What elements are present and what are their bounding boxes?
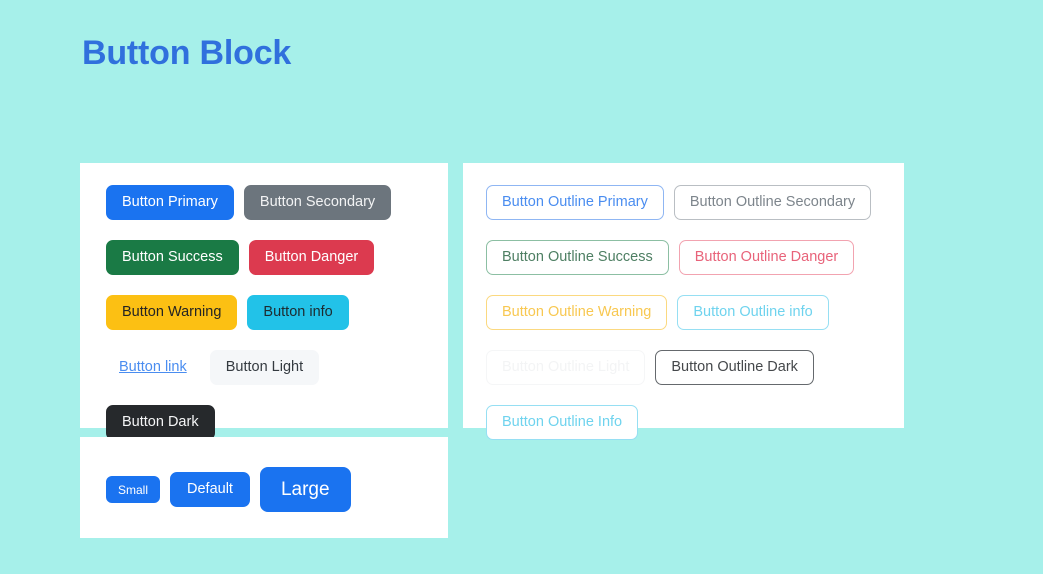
button-default[interactable]: Default bbox=[170, 472, 250, 507]
button-small[interactable]: Small bbox=[106, 476, 161, 503]
button-secondary[interactable]: Button Secondary bbox=[243, 185, 392, 220]
button-outline-success[interactable]: Button Outline Success bbox=[486, 240, 669, 275]
outline-buttons-card: Button Outline Primary Button Outline Se… bbox=[463, 163, 904, 440]
button-link[interactable]: Button link bbox=[106, 350, 200, 385]
button-info[interactable]: Button info bbox=[247, 295, 349, 330]
button-outline-secondary[interactable]: Button Outline Secondary bbox=[673, 185, 872, 220]
button-outline-info[interactable]: Button Outline info bbox=[677, 295, 829, 330]
button-outline-dark[interactable]: Button Outline Dark bbox=[655, 350, 814, 385]
solid-buttons-group: Button Primary Button Secondary Button S… bbox=[80, 163, 448, 440]
button-outline-danger[interactable]: Button Outline Danger bbox=[678, 240, 855, 275]
page-title: Button Block bbox=[82, 34, 292, 72]
button-large[interactable]: Large bbox=[259, 467, 351, 512]
button-outline-primary[interactable]: Button Outline Primary bbox=[486, 185, 664, 220]
button-outline-info-capital[interactable]: Button Outline Info bbox=[486, 405, 639, 440]
button-outline-light[interactable]: Button Outline Light bbox=[486, 350, 646, 385]
button-sizes-card: Small Default Large bbox=[80, 437, 448, 538]
button-outline-warning[interactable]: Button Outline Warning bbox=[486, 295, 668, 330]
outline-buttons-group: Button Outline Primary Button Outline Se… bbox=[463, 163, 904, 440]
button-success[interactable]: Button Success bbox=[106, 240, 239, 275]
button-danger[interactable]: Button Danger bbox=[248, 240, 375, 275]
button-warning[interactable]: Button Warning bbox=[106, 295, 238, 330]
button-light[interactable]: Button Light bbox=[209, 350, 320, 385]
solid-buttons-card: Button Primary Button Secondary Button S… bbox=[80, 163, 448, 440]
button-dark[interactable]: Button Dark bbox=[106, 405, 215, 440]
button-primary[interactable]: Button Primary bbox=[106, 185, 234, 220]
button-sizes-group: Small Default Large bbox=[80, 437, 448, 538]
